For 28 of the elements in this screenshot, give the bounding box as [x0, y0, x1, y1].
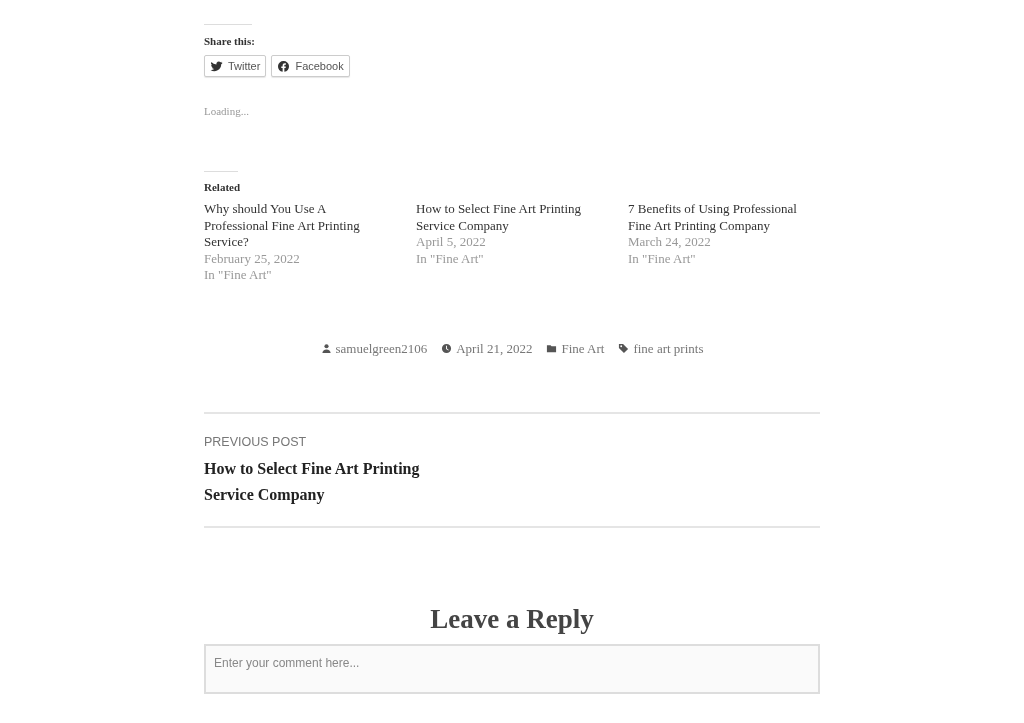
twitter-bird-icon — [210, 59, 223, 73]
meta-link[interactable]: April 21, 2022 — [456, 338, 533, 358]
clock-icon — [441, 342, 453, 354]
meta-link[interactable]: fine art prints — [633, 338, 704, 358]
share-button[interactable]: Facebook — [271, 55, 350, 77]
folder-icon — [546, 342, 558, 354]
related-post-link[interactable]: 7 Benefits of Using Professional Fine Art Printing Company — [628, 201, 813, 234]
facebook-logo-icon — [277, 59, 291, 73]
related-post-link[interactable]: Why should You Use A Professional Fine Art Printing Service? — [204, 201, 389, 251]
related-post-link[interactable]: How to Select Fine Art Printing Service Company — [416, 201, 601, 234]
person-icon — [320, 342, 332, 354]
related-post-category: In "Fine Art" — [628, 250, 697, 267]
loading-text: Loading... — [204, 104, 250, 119]
related-post-date: February 25, 2022 — [204, 250, 301, 267]
previous-post-link[interactable]: How to Select Fine Art Printing Service Company — [204, 456, 444, 508]
related-post-category: In "Fine Art" — [204, 267, 273, 284]
tag-icon — [618, 342, 630, 354]
meta-link[interactable]: samuelgreen2106 — [335, 338, 428, 358]
related-post-date: March 24, 2022 — [628, 234, 712, 251]
related-heading: Related — [204, 180, 242, 195]
share-button[interactable]: Twitter — [204, 55, 267, 77]
previous-post-label: PREVIOUS POST — [204, 434, 308, 450]
reply-heading: Leave a Reply — [429, 603, 595, 636]
related-post-date: April 5, 2022 — [416, 234, 487, 251]
share-heading: Share this: — [204, 34, 256, 49]
meta-link[interactable]: Fine Art — [561, 338, 605, 358]
comment-field[interactable]: Enter your comment here... — [204, 644, 820, 694]
related-post-category: In "Fine Art" — [416, 250, 485, 267]
